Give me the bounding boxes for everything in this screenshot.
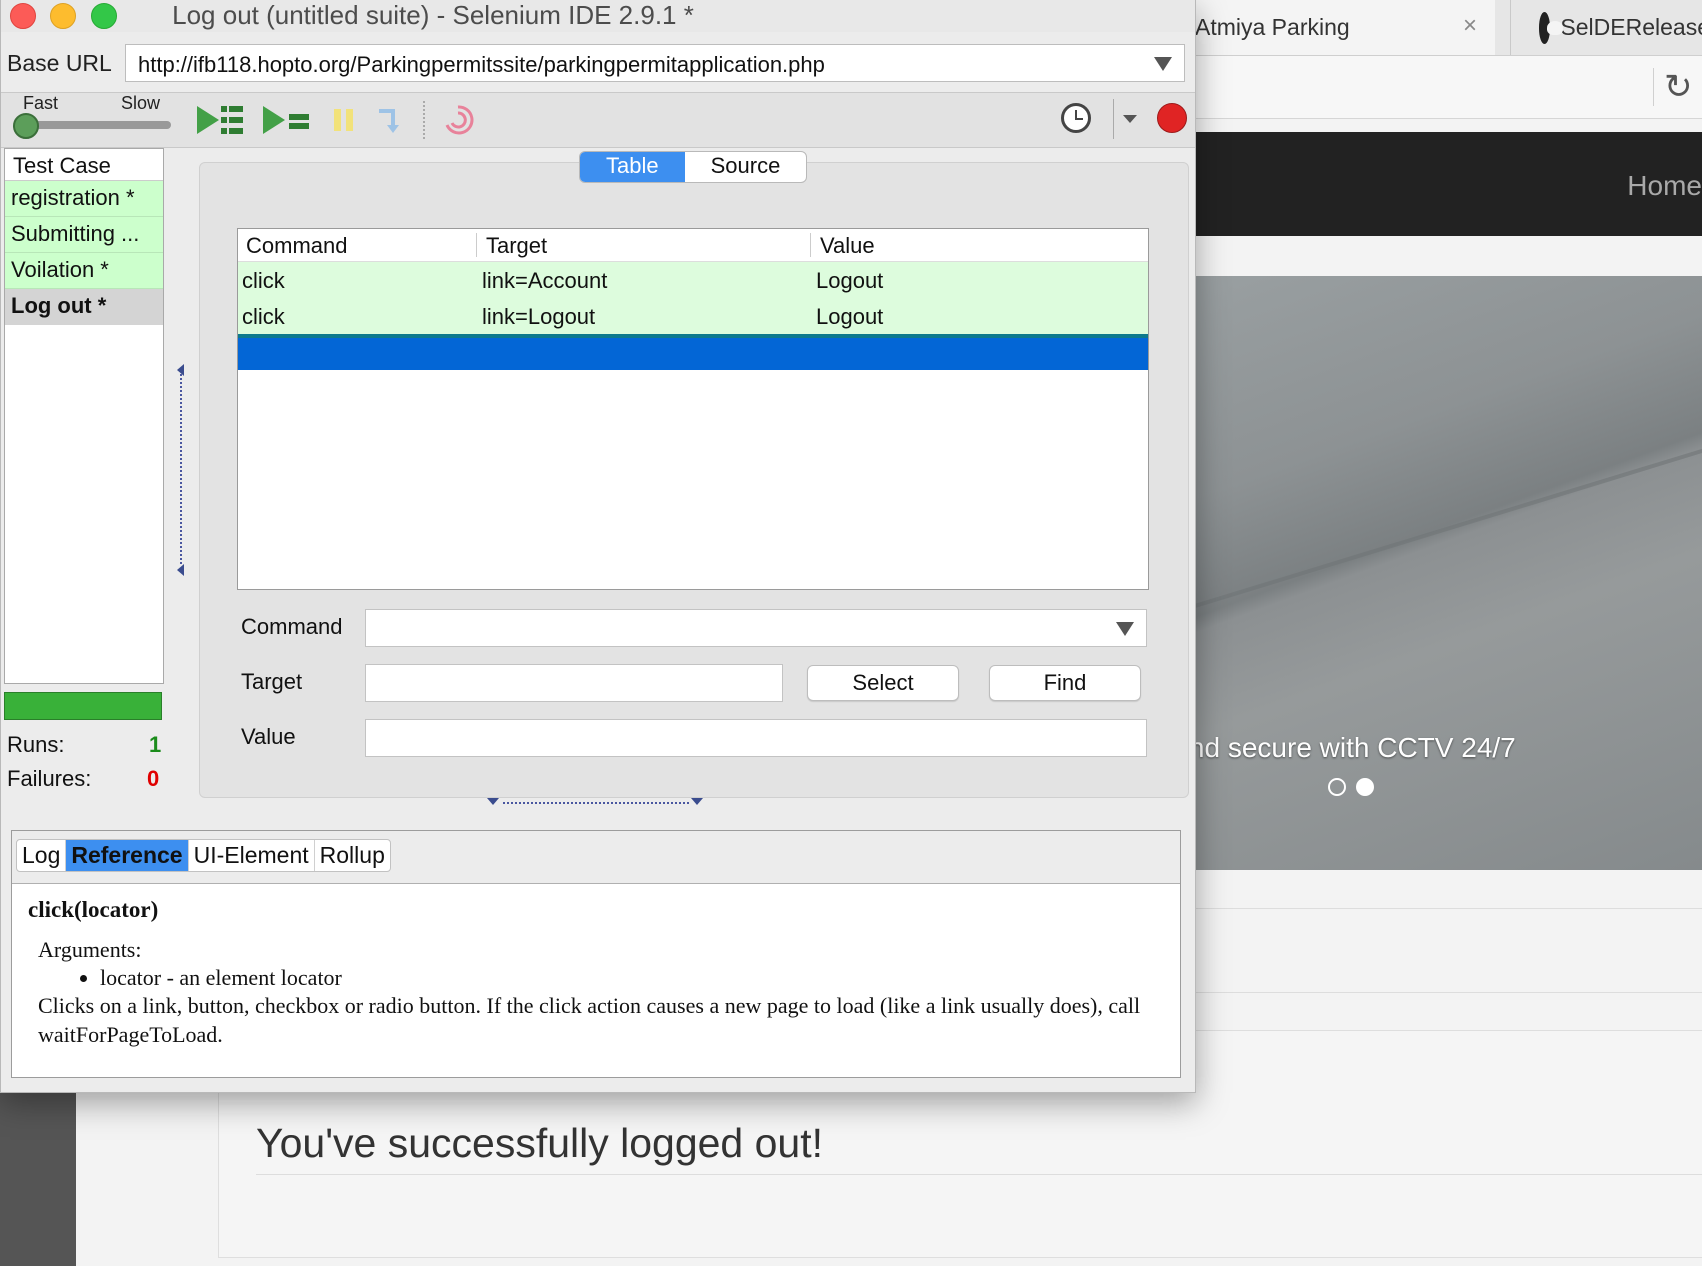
browser-tab-atmiya-parking[interactable]: Atmiya Parking × (1150, 0, 1495, 55)
tab-rollup[interactable]: Rollup (315, 840, 390, 871)
test-progress-bar (4, 692, 162, 720)
hero-caption: e and secure with CCTV 24/7 (1150, 732, 1516, 763)
column-header-value[interactable]: Value (820, 233, 875, 259)
reference-title: click(locator) (28, 897, 159, 922)
runs-label: Runs: (7, 732, 65, 757)
cell-command: click (242, 268, 285, 293)
cell-value: Logout (816, 304, 884, 329)
tab-table[interactable]: Table (580, 152, 685, 182)
splitter-arrow-icon (177, 564, 184, 576)
play-all-tests-icon[interactable] (195, 103, 245, 137)
find-button[interactable]: Find (989, 665, 1141, 701)
reference-arguments-label: Arguments: (38, 937, 142, 962)
record-button[interactable] (1157, 103, 1187, 133)
hero-image-detail (1150, 423, 1702, 633)
carousel-dot[interactable] (1328, 778, 1346, 796)
play-current-test-icon[interactable] (261, 103, 311, 137)
page-sidebar (0, 1090, 76, 1266)
command-table: Command Target Value click link=Account … (237, 228, 1149, 590)
failures-count: 0 (147, 766, 160, 791)
carousel-dot-active[interactable] (1356, 778, 1374, 796)
speed-slider-handle[interactable] (13, 113, 39, 139)
column-header-command[interactable]: Command (246, 233, 347, 259)
speed-slow-label: Slow (121, 93, 161, 113)
browser-tab-label: SelDERelease (1560, 14, 1702, 40)
base-url-input[interactable]: http://ifb118.hopto.org/Parkingpermitssi… (125, 44, 1185, 82)
reload-icon[interactable]: ↻ (1653, 68, 1702, 106)
target-input[interactable] (365, 664, 783, 702)
tab-reference[interactable]: Reference (66, 840, 189, 871)
test-case-header: Test Case (5, 149, 163, 181)
cell-command: click (242, 304, 285, 329)
bottom-pane: Log Reference UI-Element Rollup click(lo… (11, 830, 1181, 1078)
carousel-indicators (1328, 778, 1374, 796)
reference-arguments-list: locator - an element locator (100, 965, 1168, 991)
speed-fast-label: Fast (23, 93, 59, 113)
dropdown-arrow-icon[interactable] (1154, 57, 1172, 71)
reference-description: Clicks on a link, button, checkbox or ra… (38, 993, 1141, 1047)
table-row[interactable]: click link=Logout Logout (238, 298, 1148, 334)
horizontal-splitter[interactable] (487, 796, 705, 808)
browser-toolbar: ↻ (1150, 56, 1702, 119)
selenium-ide-window: Log out (untitled suite) - Selenium IDE … (0, 0, 1196, 1093)
clock-icon[interactable] (1061, 103, 1091, 133)
runs-count: 1 (149, 732, 162, 757)
ide-toolbar: Fast Slow (1, 92, 1195, 148)
base-url-row: Base URL http://ifb118.hopto.org/Parking… (1, 42, 1195, 86)
hero-carousel: e and secure with CCTV 24/7 (1150, 276, 1702, 870)
dropdown-arrow-icon[interactable] (1116, 622, 1134, 636)
tab-source[interactable]: Source (685, 152, 807, 182)
pause-icon[interactable] (331, 103, 357, 137)
divider (1195, 992, 1702, 993)
bottom-tab-bar: Log Reference UI-Element Rollup (12, 831, 1180, 884)
tab-log[interactable]: Log (17, 840, 67, 871)
tab-ui-element[interactable]: UI-Element (189, 840, 315, 871)
base-url-label: Base URL (7, 50, 112, 76)
reference-content: click(locator) Arguments: locator - an e… (28, 897, 1168, 1049)
test-case-item[interactable]: Submitting ... (5, 217, 163, 253)
divider (256, 1174, 1702, 1175)
vertical-splitter[interactable] (177, 364, 184, 576)
window-titlebar: Log out (untitled suite) - Selenium IDE … (1, 0, 1195, 32)
table-row-selected-empty[interactable] (238, 334, 1148, 370)
failures-label: Failures: (7, 766, 92, 791)
nav-home-link[interactable]: Home (1627, 170, 1702, 202)
step-icon[interactable] (375, 103, 405, 137)
test-case-item[interactable]: Voilation * (5, 253, 163, 289)
chevron-down-icon[interactable] (1123, 115, 1137, 123)
window-title: Log out (untitled suite) - Selenium IDE … (172, 0, 694, 30)
column-header-target[interactable]: Target (486, 233, 547, 259)
value-label: Value (241, 724, 296, 749)
logout-message: You've successfully logged out! (256, 1120, 824, 1166)
cell-value: Logout (816, 268, 884, 293)
command-input[interactable] (365, 609, 1147, 647)
tab-close-icon[interactable]: × (1463, 12, 1477, 40)
browser-tab-label: Atmiya Parking (1195, 14, 1350, 40)
view-toggle: Table Source (579, 151, 808, 183)
browser-tab-selderelease[interactable]: SelDERelease (1510, 0, 1702, 55)
rollup-icon[interactable] (441, 103, 475, 137)
github-icon (1539, 11, 1564, 44)
cell-target: link=Logout (482, 304, 596, 329)
reference-argument: locator - an element locator (100, 965, 1168, 991)
table-row[interactable]: click link=Account Logout (238, 262, 1148, 298)
cell-target: link=Account (482, 268, 608, 293)
browser-tab-strip: Atmiya Parking × SelDERelease (1150, 0, 1702, 56)
toolbar-separator (1113, 99, 1114, 139)
base-url-value: http://ifb118.hopto.org/Parkingpermitssi… (138, 52, 825, 77)
command-label: Command (241, 614, 343, 639)
divider (1195, 908, 1702, 909)
toolbar-separator (423, 101, 426, 139)
select-button[interactable]: Select (807, 665, 959, 701)
value-input[interactable] (365, 719, 1147, 757)
test-case-item-selected[interactable]: Log out * (5, 289, 163, 325)
target-label: Target (241, 669, 303, 694)
test-case-item[interactable]: registration * (5, 181, 163, 217)
splitter-arrow-icon (691, 798, 703, 805)
bottom-tabs: Log Reference UI-Element Rollup (16, 839, 391, 872)
site-navbar: Home (1150, 132, 1702, 236)
table-header: Command Target Value (238, 229, 1148, 262)
test-case-list: Test Case registration * Submitting ... … (4, 148, 164, 684)
splitter-arrow-icon (487, 798, 499, 805)
